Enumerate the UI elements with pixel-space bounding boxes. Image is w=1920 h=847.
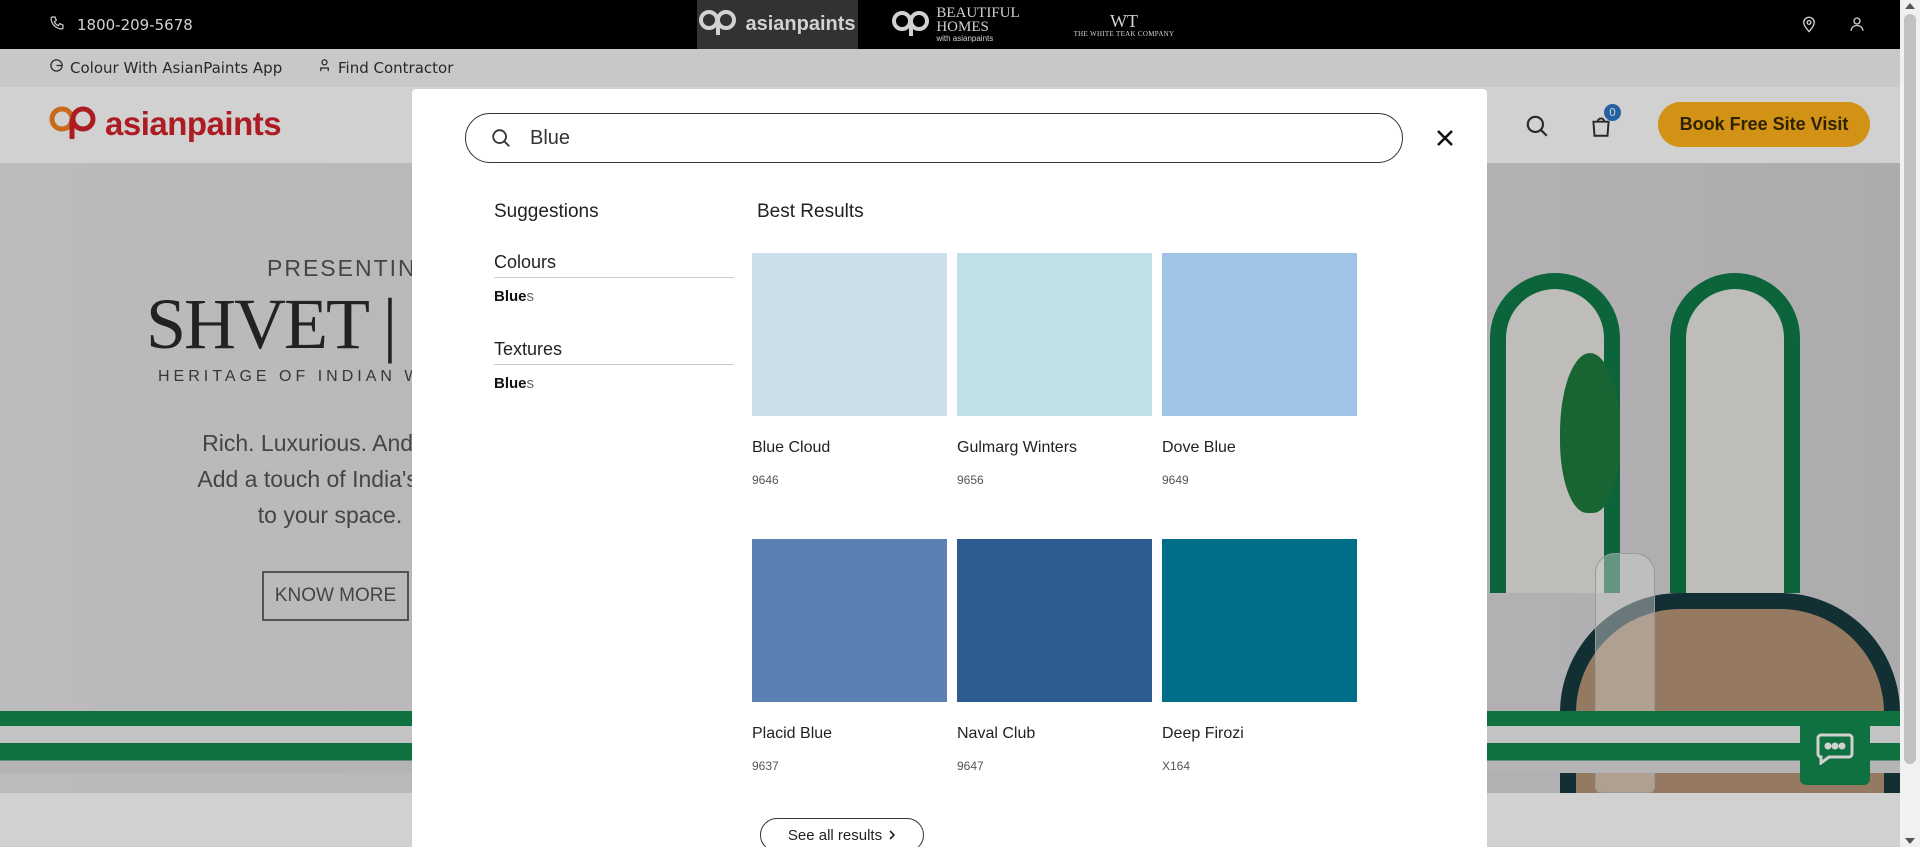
suggestion-match: Blue [494, 375, 527, 392]
colour-result-card[interactable]: Gulmarg Winters 9656 [957, 253, 1152, 539]
colour-name: Blue Cloud [752, 439, 831, 456]
suggestion-match: Blue [494, 288, 527, 305]
colour-result-card[interactable]: Dove Blue 9649 [1162, 253, 1357, 539]
scroll-up-icon[interactable] [1905, 3, 1915, 9]
scrollbar-thumb[interactable] [1904, 14, 1916, 764]
scroll-down-icon[interactable] [1905, 838, 1915, 844]
colour-code: 9646 [752, 473, 779, 487]
suggestion-item[interactable]: Blues [494, 288, 734, 305]
colour-swatch[interactable] [1162, 539, 1357, 702]
colour-name: Gulmarg Winters [957, 439, 1078, 456]
colour-name: Placid Blue [752, 725, 833, 742]
colour-code: 9637 [752, 759, 779, 773]
colour-swatch[interactable] [957, 253, 1152, 416]
colour-swatch[interactable] [957, 539, 1152, 702]
suggestion-group-textures: Textures Blues [494, 339, 734, 392]
suggestion-group-colours: Colours Blues [494, 252, 734, 305]
suggestion-group-title: Colours [494, 252, 734, 278]
colour-result-card[interactable]: Placid Blue 9637 [752, 539, 947, 825]
suggestion-rest: s [526, 288, 535, 305]
colour-swatch[interactable] [1162, 253, 1357, 416]
colour-result-card[interactable]: Deep Firozi X164 [1162, 539, 1357, 825]
colour-code: 9647 [957, 759, 984, 773]
see-all-results-button[interactable]: See all results [760, 818, 924, 847]
close-icon[interactable] [1433, 126, 1457, 150]
suggestion-item[interactable]: Blues [494, 375, 734, 392]
colour-result-card[interactable]: Blue Cloud 9646 [752, 253, 947, 539]
colour-swatch[interactable] [752, 539, 947, 702]
suggestions-heading: Suggestions [494, 201, 599, 222]
colour-code: X164 [1162, 759, 1191, 773]
colour-result-card[interactable]: Naval Club 9647 [957, 539, 1152, 825]
best-results-heading: Best Results [757, 201, 864, 222]
best-results-grid: Blue Cloud 9646 Gulmarg Winters 9656 Dov… [752, 253, 1358, 825]
chevron-right-icon [888, 827, 896, 844]
colour-swatch[interactable] [752, 253, 947, 416]
page-scrollbar[interactable] [1900, 0, 1920, 847]
search-icon [490, 127, 512, 149]
suggestion-rest: s [526, 375, 535, 392]
colour-name: Deep Firozi [1162, 725, 1244, 742]
see-all-label: See all results [787, 826, 883, 844]
search-box [465, 113, 1403, 163]
colour-code: 9656 [957, 473, 984, 487]
search-input[interactable] [530, 126, 1350, 150]
colour-name: Naval Club [957, 725, 1036, 742]
colour-code: 9649 [1162, 473, 1189, 487]
search-modal: Suggestions Best Results Colours Blues T… [412, 89, 1487, 847]
colour-name: Dove Blue [1162, 439, 1236, 456]
suggestion-group-title: Textures [494, 339, 734, 365]
